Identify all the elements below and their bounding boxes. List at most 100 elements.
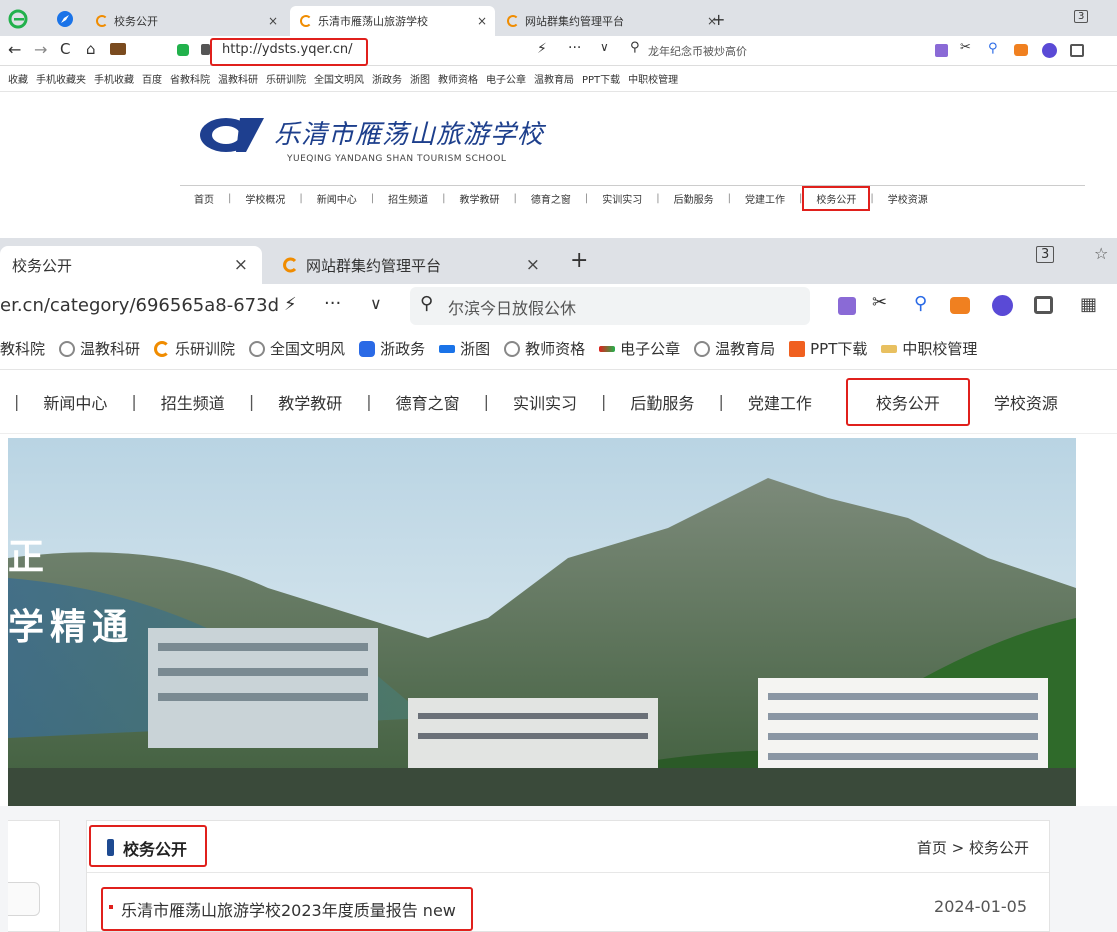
close-tab-icon[interactable]: × [477,14,487,28]
bookmark-item[interactable]: 中职校管理 [628,71,678,86]
tab-bar: 校务公开 × 乐清市雁荡山旅游学校 × 网站群集约管理平台 × + 3 [0,0,1117,36]
bookmark-item[interactable]: 电子公章 [486,71,526,86]
nav-item[interactable]: 党建工作 [731,191,799,206]
new-tab-button[interactable]: + [712,10,725,29]
more-icon[interactable]: ··· [324,293,341,314]
bookmark-item[interactable]: 乐研训院 [266,71,306,86]
bookmark-item[interactable]: 温教科研 [218,71,258,86]
nav-item[interactable]: 德育之窗 [372,390,484,414]
game-icon[interactable] [950,297,970,314]
shield-icon[interactable] [177,44,189,56]
reader-icon[interactable] [1070,44,1084,57]
tab-count-badge[interactable]: 3 [1036,246,1055,263]
tab-label: 网站群集约管理平台 [306,256,442,275]
tab-count-badge[interactable]: 3 [1074,10,1089,23]
bookmark-item[interactable]: 百度 [142,71,162,86]
bookmark-item[interactable]: PPT下载 [789,338,867,359]
bookmark-item[interactable]: 全国文明风 [314,71,364,86]
url-text[interactable]: er.cn/category/696565a8-673d [0,295,279,316]
nav-item[interactable]: 德育之窗 [517,191,585,206]
home-icon[interactable]: ⌂ [86,40,96,58]
translate-icon[interactable] [935,44,948,57]
scissors-icon[interactable]: ✂ [960,40,971,55]
bookmark-label: 温教育局 [715,340,776,358]
nav-item[interactable]: 学校资源 [970,390,1082,414]
bookmark-item[interactable]: 浙图 [439,338,490,359]
nav-item[interactable]: 招生频道 [374,191,442,206]
search-input[interactable]: 尔滨今日放假公休 [448,295,576,319]
nav-item[interactable]: 党建工作 [724,390,836,414]
bookmark-item[interactable]: 教师资格 [438,71,478,86]
tab-xiaowu[interactable]: 校务公开 × [0,246,262,284]
bookmark-item[interactable]: 省教科院 [170,71,210,86]
close-tab-icon[interactable]: × [526,255,540,275]
briefcase-icon[interactable] [110,43,126,55]
translate-icon[interactable] [838,297,856,315]
bookmark-item[interactable]: 浙政务 [359,338,425,359]
nav-item[interactable]: 新闻中心 [303,191,371,206]
chevron-down-icon[interactable]: ∨ [600,40,609,54]
nav-item-xiaowu[interactable]: 校务公开 [845,377,970,426]
tab-school[interactable]: 乐清市雁荡山旅游学校 × [290,6,495,36]
close-tab-icon[interactable]: × [234,255,248,275]
bookmark-item[interactable]: 中职校管理 [881,338,977,359]
bookmark-item[interactable]: 手机收藏夹 [36,71,86,86]
magnifier-icon[interactable]: ⚲ [988,41,998,56]
game-icon[interactable] [1014,44,1028,56]
reload-icon[interactable]: C [60,40,70,58]
nav-item[interactable]: 实训实习 [489,390,601,414]
tab-platform[interactable]: 网站群集约管理平台 × [497,6,725,36]
bookmark-item[interactable]: 收藏 [8,71,28,86]
bookmark-label: 乐研训院 [175,340,236,358]
nav-item[interactable]: 首页 [180,191,228,206]
section-header: 校务公开 首页 > 校务公开 [87,821,1049,873]
bookmark-item[interactable]: 手机收藏 [94,71,134,86]
breadcrumb[interactable]: 首页 > 校务公开 [917,837,1029,858]
nav-item[interactable]: 后勤服务 [606,390,718,414]
nav-item[interactable]: 新闻中心 [19,390,131,414]
school-header: 乐清市雁荡山旅游学校 YUEQING YANDANG SHAN TOURISM … [0,92,1117,218]
bookmark-item[interactable]: PPT下载 [582,71,620,86]
chevron-down-icon[interactable]: ∨ [370,294,382,313]
bookmark-item[interactable]: 教师资格 [504,338,585,359]
sidebar-toggle-button[interactable] [8,882,40,916]
address-bar-row: ← → C ⌂ http://ydsts.yqer.cn/ ⚡ ··· ∨ ⚲ … [0,36,1117,66]
ai-icon[interactable] [992,295,1013,316]
more-icon[interactable]: ··· [568,40,581,56]
main-nav: 首页 | 学校概况 | 新闻中心 | 招生频道 | 教学教研 | 德育之窗 | 实训实习 | … [180,185,1085,211]
back-icon[interactable]: ← [8,40,21,59]
bookmark-item[interactable]: 教科院 [0,338,45,359]
nav-item[interactable]: 后勤服务 [660,191,728,206]
nav-item[interactable]: 学校资源 [874,191,942,206]
bookmark-item[interactable]: 全国文明风 [249,338,345,359]
bookmark-item[interactable]: 电子公章 [599,338,680,359]
apps-grid-icon[interactable]: ▦ [1080,294,1097,315]
pin-icon[interactable]: ☆ [1094,244,1108,263]
nav-item[interactable]: 实训实习 [588,191,656,206]
new-tab-button[interactable]: + [570,248,588,273]
browser-screenshot-zoomed: 校务公开 × 网站群集约管理平台 × + 3 ☆ er.cn/category/… [0,238,1117,932]
forward-icon[interactable]: → [34,40,47,59]
ai-icon[interactable] [1042,43,1057,58]
lightning-icon[interactable]: ⚡ [537,41,547,57]
lightning-icon[interactable]: ⚡ [284,294,297,315]
nav-item[interactable]: 学校概况 [231,191,299,206]
search-input[interactable]: 龙年纪念币被炒高价 [648,43,747,59]
scissors-icon[interactable]: ✂ [872,292,887,313]
bookmark-item[interactable]: 温教育局 [694,338,775,359]
bookmark-item[interactable]: 乐研训院 [154,338,235,359]
magnifier-icon[interactable]: ⚲ [914,293,927,314]
tab-platform[interactable]: 网站群集约管理平台 × [266,246,554,284]
close-tab-icon[interactable]: × [268,14,278,28]
bookmark-item[interactable]: 温教育局 [534,71,574,86]
nav-item[interactable]: 教学教研 [254,390,366,414]
nav-item[interactable]: 招生频道 [137,390,249,414]
bookmark-item[interactable]: 浙政务 [372,71,402,86]
bookmark-item[interactable]: 浙图 [410,71,430,86]
reader-icon[interactable] [1034,296,1053,314]
compass-icon[interactable] [56,10,74,28]
bookmark-item[interactable]: 温教科研 [59,338,140,359]
nav-item[interactable]: 教学教研 [446,191,514,206]
tab-xiaowu[interactable]: 校务公开 × [86,6,286,36]
nav-item-xiaowu[interactable]: 校务公开 [802,186,871,211]
